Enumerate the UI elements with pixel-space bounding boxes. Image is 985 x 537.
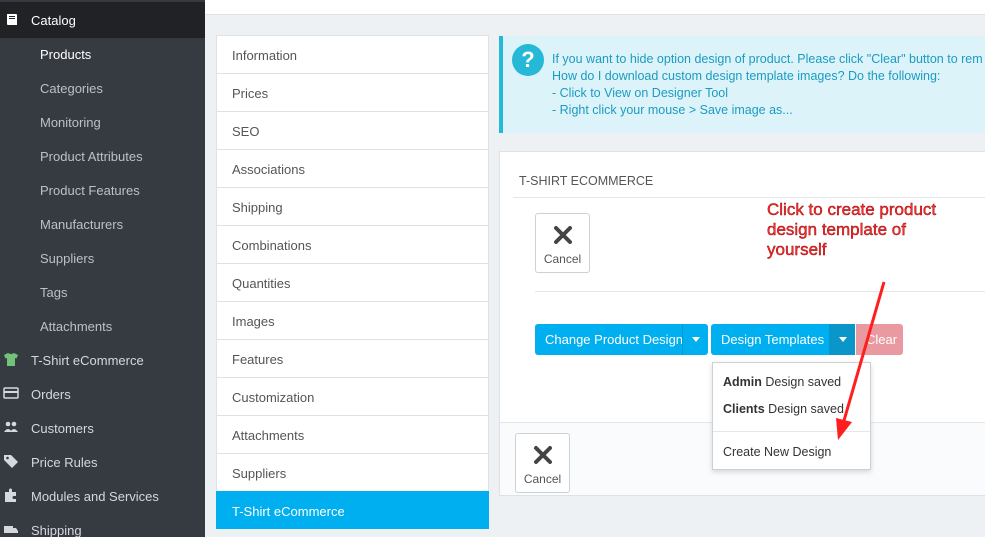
annotation-arrow-icon bbox=[836, 281, 886, 440]
